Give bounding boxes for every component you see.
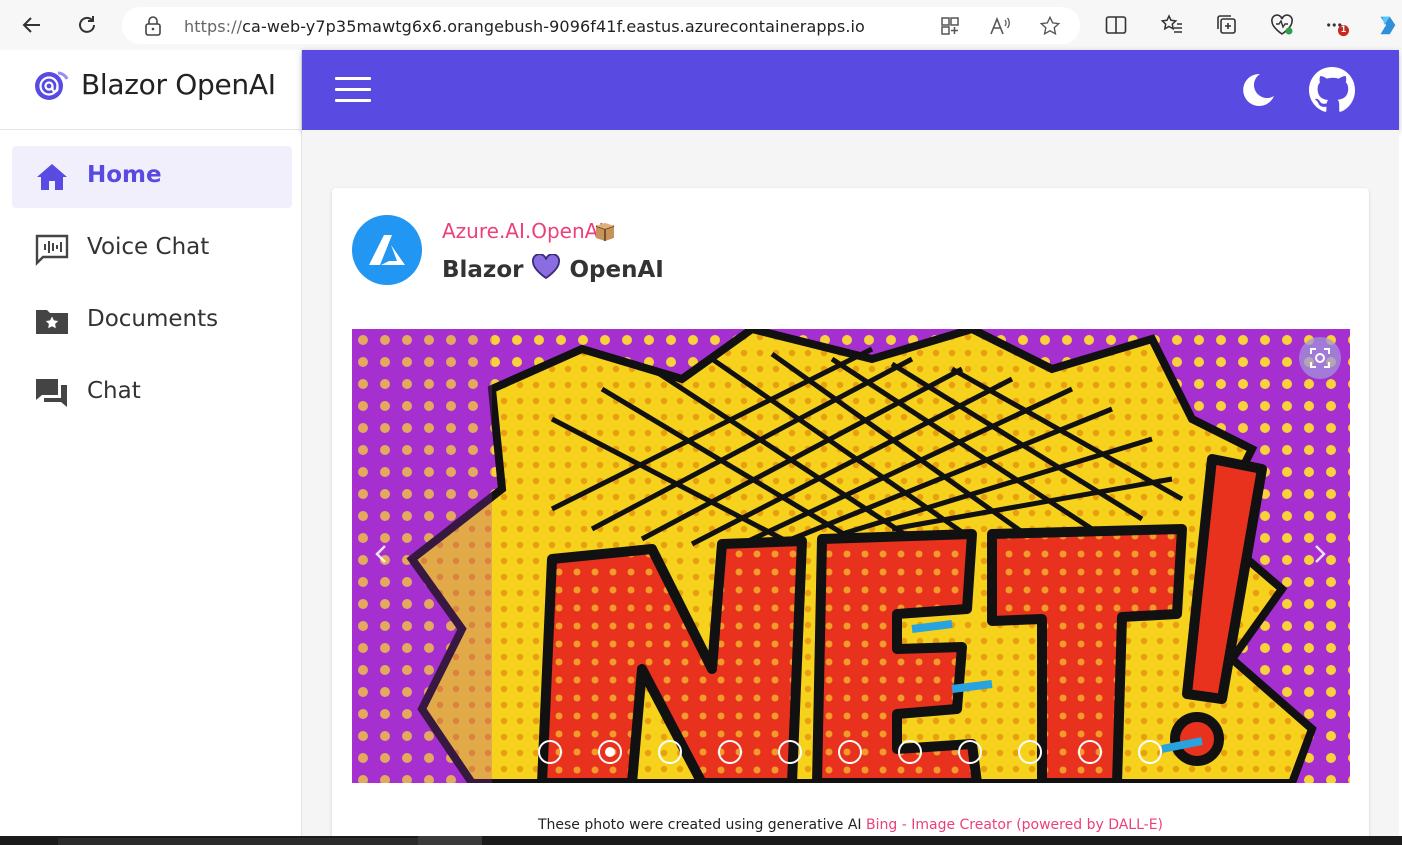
- sidebar-item-voice-chat[interactable]: Voice Chat: [12, 218, 292, 280]
- carousel-dot[interactable]: [898, 740, 922, 764]
- reload-button[interactable]: [67, 5, 107, 45]
- carousel-dot[interactable]: [1138, 740, 1162, 764]
- favorites-list-icon[interactable]: [1160, 13, 1184, 37]
- url-host: ca-web-y7p35mawtg6x6.orangebush-9096f41f…: [242, 17, 865, 36]
- collections-icon[interactable]: [1215, 13, 1239, 37]
- brand-header: Blazor OpenAI: [0, 50, 302, 130]
- image-carousel[interactable]: [352, 329, 1350, 783]
- read-aloud-icon[interactable]: [989, 15, 1011, 37]
- taskbar: [0, 836, 1402, 845]
- app-bar: [302, 50, 1399, 130]
- carousel-previous-button[interactable]: [366, 539, 396, 569]
- copilot-icon[interactable]: [1375, 13, 1399, 37]
- dark-mode-toggle-icon[interactable]: [1237, 70, 1277, 115]
- carousel-dot[interactable]: [838, 740, 862, 764]
- browser-essentials-icon[interactable]: [1270, 13, 1294, 37]
- carousel-dot[interactable]: [1078, 740, 1102, 764]
- azure-logo-icon: [369, 235, 405, 265]
- back-arrow-icon: [22, 17, 40, 33]
- main-content: Azure.AI.OpenAI Blazor OpenAI These phot…: [302, 130, 1399, 845]
- sidebar-item-label: Chat: [87, 378, 141, 404]
- blazor-logo-icon: [32, 67, 70, 108]
- visual-search-button[interactable]: [1299, 337, 1341, 379]
- sidebar: Blazor OpenAI Home Voice Chat Documents …: [0, 50, 302, 845]
- chevron-right-icon: [1315, 545, 1326, 563]
- voice-chat-icon: [34, 232, 70, 268]
- back-button[interactable]: [12, 5, 52, 45]
- url-scheme: https://: [184, 17, 243, 36]
- home-icon: [34, 160, 70, 196]
- brand-title[interactable]: Blazor OpenAI: [81, 68, 276, 101]
- carousel-dot[interactable]: [778, 740, 802, 764]
- visual-search-icon: [1310, 348, 1330, 368]
- notification-badge: 1: [1341, 24, 1347, 34]
- card-subtitle: Azure.AI.OpenAI: [442, 219, 605, 243]
- app-available-icon[interactable]: [939, 15, 961, 37]
- sidebar-item-chat[interactable]: Chat: [12, 362, 292, 424]
- home-card: Azure.AI.OpenAI Blazor OpenAI These phot…: [332, 188, 1369, 845]
- heart-icon: [531, 253, 561, 286]
- menu-icon-line: [335, 88, 371, 91]
- sidebar-item-home[interactable]: Home: [12, 146, 292, 208]
- menu-icon-line: [335, 99, 371, 102]
- sidebar-item-documents[interactable]: Documents: [12, 290, 292, 352]
- menu-icon-line: [335, 77, 371, 80]
- chevron-left-icon: [375, 545, 386, 563]
- sidebar-item-label: Voice Chat: [87, 234, 210, 260]
- carousel-next-button[interactable]: [1305, 539, 1335, 569]
- avatar: [352, 215, 422, 285]
- carousel-dot[interactable]: [658, 740, 682, 764]
- taskbar-segment: [58, 838, 418, 845]
- more-options-icon[interactable]: 1: [1325, 13, 1349, 37]
- browser-toolbar: https://ca-web-y7p35mawtg6x6.orangebush-…: [0, 0, 1402, 50]
- bing-image-creator-link[interactable]: Bing - Image Creator (powered by DALL-E): [866, 817, 1163, 833]
- carousel-dot[interactable]: [538, 740, 562, 764]
- taskbar-app[interactable]: [418, 836, 482, 845]
- carousel-dot[interactable]: [718, 740, 742, 764]
- url-text[interactable]: https://ca-web-y7p35mawtg6x6.orangebush-…: [184, 17, 865, 36]
- caption-text: These photo were created using generativ…: [537, 817, 867, 833]
- favorite-star-icon[interactable]: [1039, 15, 1061, 37]
- carousel-dot[interactable]: [1018, 740, 1042, 764]
- split-screen-icon[interactable]: [1104, 13, 1128, 37]
- sidebar-item-label: Documents: [87, 306, 219, 332]
- image-caption: These photo were created using generativ…: [332, 817, 1369, 833]
- package-icon: [593, 220, 617, 249]
- chat-icon: [34, 376, 70, 412]
- carousel-indicators: [538, 740, 1198, 764]
- card-title-openai: OpenAI: [569, 257, 664, 283]
- sidebar-item-label: Home: [87, 162, 162, 188]
- folder-star-icon: [34, 304, 70, 340]
- lock-icon: [144, 16, 162, 41]
- carousel-dot[interactable]: [958, 740, 982, 764]
- card-title: Blazor OpenAI: [442, 253, 664, 286]
- reload-icon: [79, 16, 95, 33]
- address-bar[interactable]: https://ca-web-y7p35mawtg6x6.orangebush-…: [122, 7, 1080, 44]
- menu-toggle-button[interactable]: [335, 77, 371, 103]
- github-icon[interactable]: [1308, 66, 1356, 119]
- card-title-blazor: Blazor: [442, 257, 524, 283]
- carousel-dot[interactable]: [598, 740, 622, 764]
- dotnet-pop-art-image: [352, 329, 1350, 783]
